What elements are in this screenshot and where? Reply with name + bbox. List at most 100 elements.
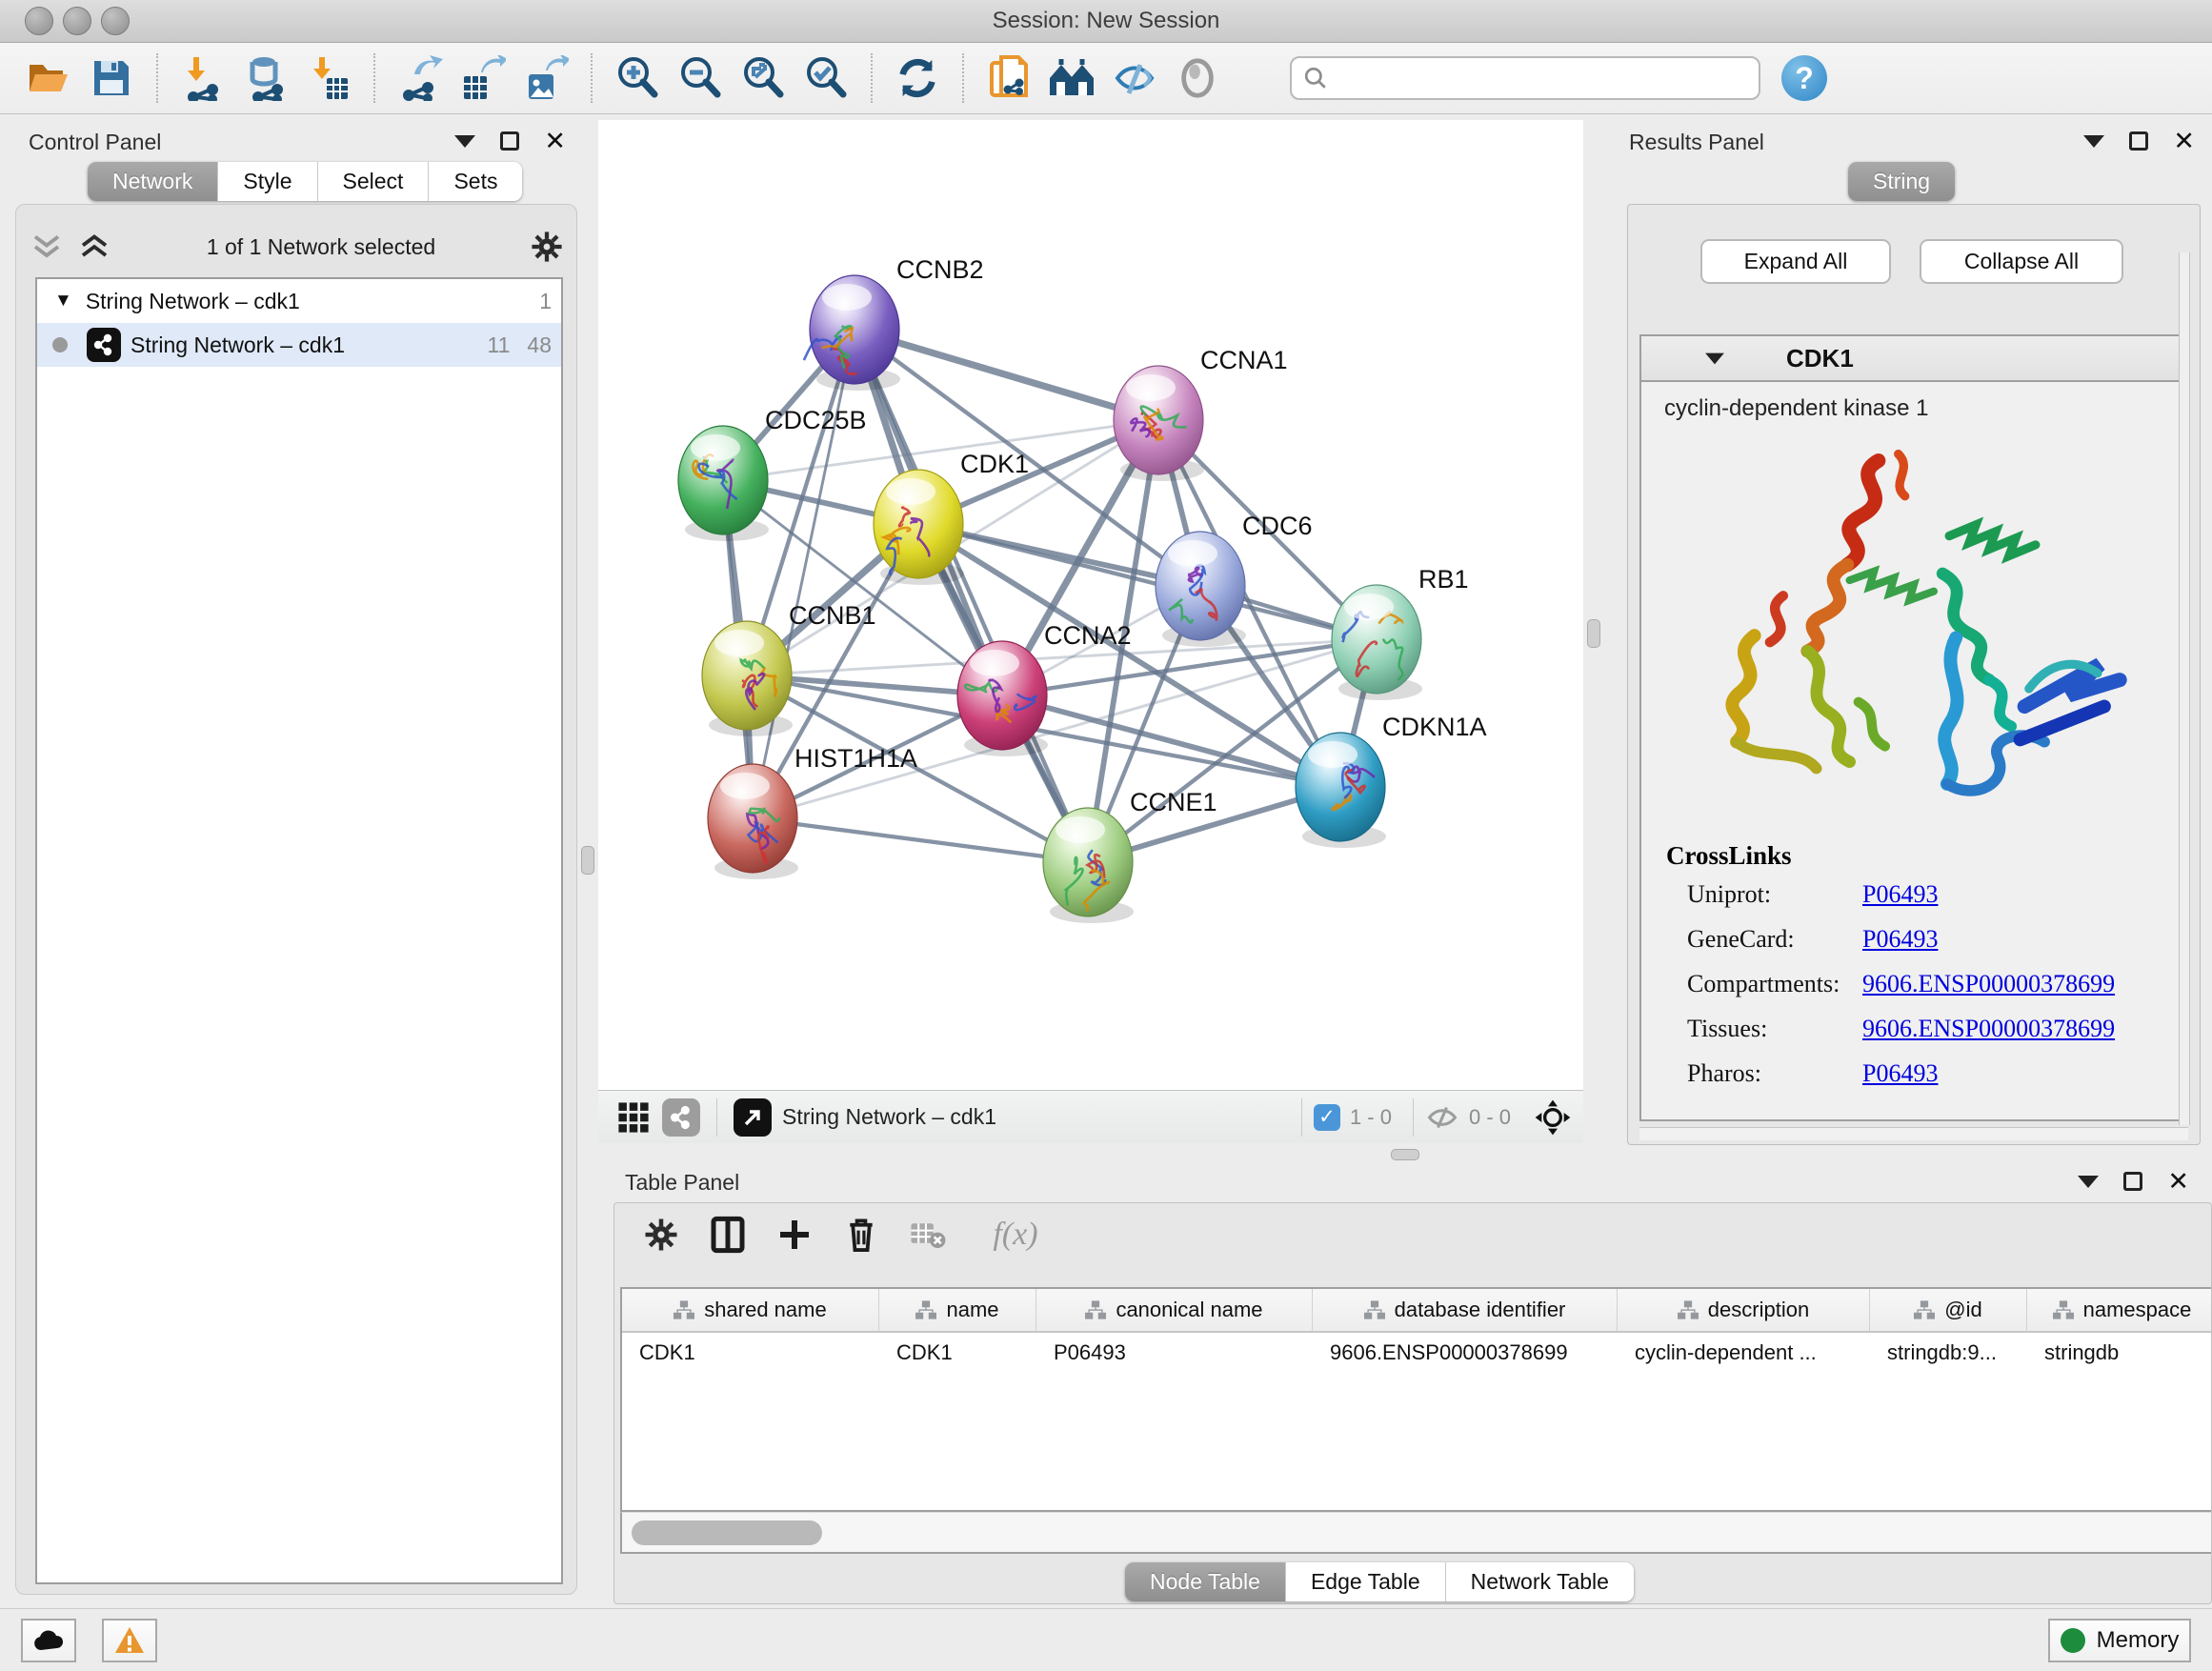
table-cell[interactable]: P06493 <box>1036 1333 1313 1377</box>
tab-network-table[interactable]: Network Table <box>1446 1562 1634 1601</box>
function-builder-icon[interactable]: f(x) <box>973 1213 1058 1257</box>
tab-style[interactable]: Style <box>218 162 317 201</box>
collapse-panel-icon[interactable] <box>2078 1176 2099 1188</box>
table-cell[interactable]: stringdb:9... <box>1870 1333 2027 1377</box>
crosslink-link[interactable]: P06493 <box>1862 925 1938 954</box>
expand-all-button[interactable]: Expand All <box>1700 239 1891 284</box>
float-panel-icon[interactable] <box>2123 1172 2142 1191</box>
network-row[interactable]: String Network – cdk1 11 48 <box>37 323 561 367</box>
network-collection-row[interactable]: ▼ String Network – cdk1 1 <box>37 279 561 323</box>
results-tab-string[interactable]: String <box>1848 162 1955 201</box>
edge-CDK1-RB1[interactable] <box>918 524 1377 639</box>
table-row[interactable]: CDK1CDK1P064939606.ENSP00000378699cyclin… <box>622 1333 2211 1377</box>
network-thumbnail-icon[interactable] <box>662 1098 700 1137</box>
selected-items-checkbox[interactable]: ✓ <box>1314 1104 1340 1131</box>
float-panel-icon[interactable] <box>2129 131 2148 151</box>
node-CCNE1[interactable]: CCNE1 <box>1043 788 1217 923</box>
close-panel-icon[interactable]: ✕ <box>2173 131 2195 151</box>
crosslink-link[interactable]: 9606.ENSP00000378699 <box>1862 1015 2115 1043</box>
node-CCNB2[interactable]: CCNB2 <box>804 255 984 391</box>
crosslink-link[interactable]: 9606.ENSP00000378699 <box>1862 970 2115 998</box>
grid-view-icon[interactable] <box>614 1098 653 1137</box>
detach-view-icon[interactable] <box>734 1098 772 1137</box>
crosslink-link[interactable]: P06493 <box>1862 880 1938 909</box>
delete-table-icon[interactable] <box>906 1213 950 1257</box>
fit-selected-crosshair-icon[interactable] <box>1534 1098 1572 1137</box>
edge-CCNB2-CCNE1[interactable] <box>855 330 1088 862</box>
level-of-detail-icon[interactable] <box>1174 54 1221 102</box>
hidden-items-eye-icon[interactable] <box>1425 1103 1459 1132</box>
edge-CCNB2-CCNA1[interactable] <box>855 330 1158 420</box>
table-options-gear-icon[interactable] <box>639 1213 683 1257</box>
network-canvas[interactable]: CCNB2CCNA1CDC25BCDK1CDC6RB1CCNB1CCNA2CDK… <box>598 120 1583 1090</box>
home-icon[interactable] <box>1048 54 1096 102</box>
show-hide-graphics-icon[interactable] <box>1111 54 1158 102</box>
column-header-@id[interactable]: @id <box>1870 1289 2027 1331</box>
zoom-selected-icon[interactable] <box>802 54 850 102</box>
table-horizontal-scrollbar[interactable] <box>620 1512 2211 1554</box>
close-panel-icon[interactable]: ✕ <box>2167 1172 2189 1191</box>
table-cell[interactable]: stringdb <box>2027 1333 2211 1377</box>
memory-status-button[interactable]: Memory <box>2048 1619 2191 1662</box>
collapse-panel-icon[interactable] <box>2083 135 2104 148</box>
table-cell[interactable]: 9606.ENSP00000378699 <box>1313 1333 1618 1377</box>
tree-expand-icon[interactable]: ▼ <box>54 291 72 312</box>
right-splitter-grip[interactable] <box>1587 619 1600 648</box>
column-header-description[interactable]: description <box>1618 1289 1870 1331</box>
scrollbar-thumb[interactable] <box>632 1520 822 1545</box>
table-cell[interactable]: CDK1 <box>879 1333 1036 1377</box>
refresh-icon[interactable] <box>894 54 941 102</box>
node-HIST1H1A[interactable]: HIST1H1A <box>708 744 917 879</box>
float-panel-icon[interactable] <box>500 131 519 151</box>
export-table-icon[interactable] <box>459 54 507 102</box>
save-session-icon[interactable] <box>88 54 135 102</box>
delete-column-icon[interactable] <box>839 1213 883 1257</box>
table-cell[interactable]: cyclin-dependent ... <box>1618 1333 1870 1377</box>
collapse-all-button[interactable]: Collapse All <box>1920 239 2123 284</box>
tab-network[interactable]: Network <box>88 162 218 201</box>
show-columns-icon[interactable] <box>706 1213 750 1257</box>
import-network-from-file-icon[interactable] <box>179 54 227 102</box>
node-CCNA2[interactable]: CCNA2 <box>957 621 1132 756</box>
export-image-icon[interactable] <box>522 54 570 102</box>
open-session-icon[interactable] <box>25 54 72 102</box>
collapse-panel-icon[interactable] <box>454 135 475 148</box>
expand-all-icon[interactable] <box>77 232 111 261</box>
edge-HIST1H1A-CCNE1[interactable] <box>753 818 1088 862</box>
create-column-icon[interactable] <box>773 1213 816 1257</box>
column-header-name[interactable]: name <box>879 1289 1036 1331</box>
crosslink-link[interactable]: P06493 <box>1862 1059 1938 1088</box>
column-header-database-identifier[interactable]: database identifier <box>1313 1289 1618 1331</box>
table-cell[interactable]: CDK1 <box>622 1333 879 1377</box>
left-splitter-grip[interactable] <box>581 846 594 875</box>
collapse-gene-icon[interactable] <box>1705 352 1724 364</box>
search-field[interactable] <box>1290 56 1760 100</box>
results-vertical-scrollbar[interactable] <box>2179 252 2190 1125</box>
search-input[interactable] <box>1328 66 1747 91</box>
node-CDC6[interactable]: CDC6 <box>1156 512 1313 647</box>
import-network-from-database-icon[interactable] <box>242 54 290 102</box>
horizontal-splitter-grip[interactable] <box>1391 1149 1419 1160</box>
column-header-shared-name[interactable]: shared name <box>622 1289 879 1331</box>
gene-card-header[interactable]: CDK1 <box>1641 336 2186 382</box>
help-icon[interactable]: ? <box>1781 55 1827 101</box>
cloud-sync-button[interactable] <box>21 1619 76 1662</box>
close-panel-icon[interactable]: ✕ <box>544 131 566 151</box>
import-network-from-clipboard-icon[interactable] <box>985 54 1033 102</box>
column-header-namespace[interactable]: namespace <box>2027 1289 2211 1331</box>
node-CDKN1A[interactable]: CDKN1A <box>1296 713 1487 848</box>
tab-node-table[interactable]: Node Table <box>1125 1562 1286 1601</box>
results-horizontal-scrollbar[interactable] <box>1639 1127 2188 1140</box>
node-RB1[interactable]: RB1 <box>1332 565 1469 700</box>
network-options-gear-icon[interactable] <box>531 231 563 263</box>
tab-select[interactable]: Select <box>318 162 430 201</box>
edge-CCNA2-CDKN1A[interactable] <box>1002 695 1340 787</box>
warnings-button[interactable] <box>102 1619 157 1662</box>
zoom-fit-icon[interactable] <box>739 54 787 102</box>
import-table-from-file-icon[interactable] <box>305 54 352 102</box>
collapse-all-icon[interactable] <box>30 232 64 261</box>
tab-sets[interactable]: Sets <box>429 162 522 201</box>
export-network-icon[interactable] <box>396 54 444 102</box>
zoom-out-icon[interactable] <box>676 54 724 102</box>
column-header-canonical-name[interactable]: canonical name <box>1036 1289 1313 1331</box>
